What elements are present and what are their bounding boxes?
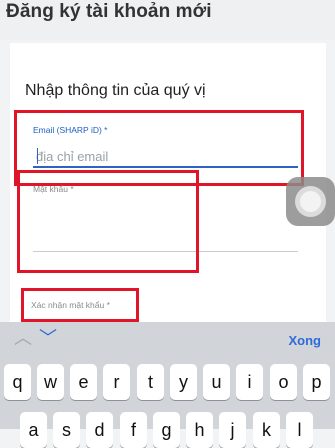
key-k[interactable]: k (253, 412, 280, 448)
password-highlight-box (17, 170, 199, 273)
key-o[interactable]: o (270, 364, 297, 400)
key-p[interactable]: p (303, 364, 330, 400)
key-i[interactable]: i (236, 364, 263, 400)
next-field-icon[interactable]: ﹀ (39, 329, 57, 347)
confirm-password-highlight-box (21, 288, 139, 322)
page-title: Đăng ký tài khoản mới (6, 1, 212, 22)
key-e[interactable]: e (70, 364, 97, 400)
key-d[interactable]: d (86, 412, 113, 448)
assistive-touch-ring (295, 186, 326, 217)
key-a[interactable]: a (20, 412, 47, 448)
key-f[interactable]: f (120, 412, 147, 448)
key-r[interactable]: r (103, 364, 130, 400)
key-w[interactable]: w (37, 364, 64, 400)
key-s[interactable]: s (53, 412, 80, 448)
section-title: Nhập thông tin của quý vị (25, 82, 206, 99)
previous-field-icon[interactable]: ︿ (14, 329, 32, 347)
key-l[interactable]: l (286, 412, 313, 448)
keyboard-toolbar: ︿ ﹀ Xong (0, 322, 335, 360)
key-q[interactable]: q (4, 364, 31, 400)
done-button[interactable]: Xong (289, 333, 322, 348)
key-y[interactable]: y (170, 364, 197, 400)
assistive-touch-icon[interactable] (286, 177, 335, 226)
header-bar: Đăng ký tài khoản mới (0, 0, 335, 40)
keyboard: q w e r t y u i o p a s d f g h j k l (0, 360, 335, 448)
key-t[interactable]: t (137, 364, 164, 400)
key-u[interactable]: u (203, 364, 230, 400)
key-j[interactable]: j (219, 412, 246, 448)
key-g[interactable]: g (153, 412, 180, 448)
key-h[interactable]: h (186, 412, 213, 448)
